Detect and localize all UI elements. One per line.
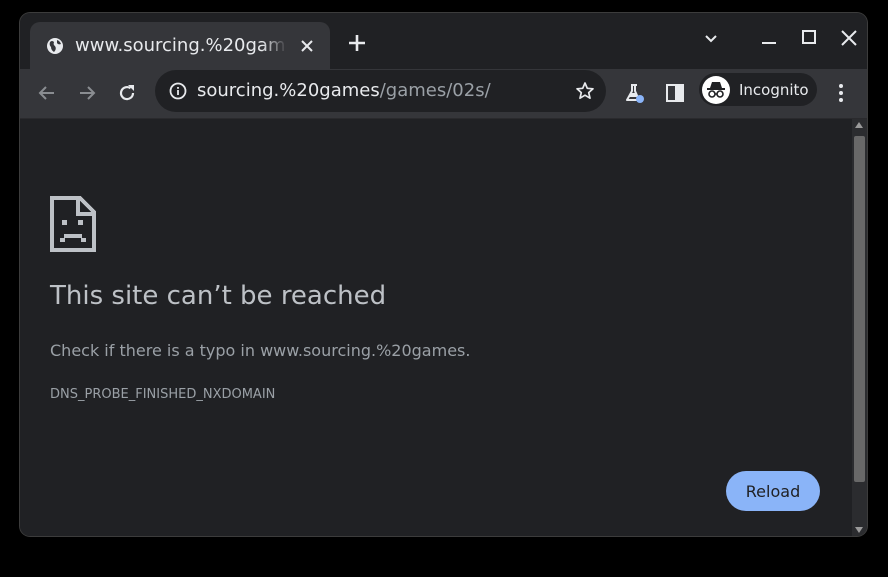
tab-strip: www.sourcing.%20games/games/02s/ bbox=[20, 13, 867, 69]
error-code: DNS_PROBE_FINISHED_NXDOMAIN bbox=[50, 387, 276, 402]
incognito-button[interactable]: Incognito bbox=[699, 73, 817, 106]
incognito-icon bbox=[702, 75, 730, 104]
info-icon[interactable] bbox=[169, 82, 187, 100]
close-icon[interactable] bbox=[299, 38, 315, 54]
globe-icon bbox=[46, 37, 64, 55]
url-text: sourcing.%20games/games/02s/ bbox=[197, 80, 491, 101]
minimize-icon[interactable] bbox=[759, 28, 779, 48]
toolbar: sourcing.%20games/games/02s/ Incognito bbox=[20, 69, 867, 119]
address-bar[interactable]: sourcing.%20games/games/02s/ bbox=[155, 70, 606, 112]
close-icon[interactable] bbox=[839, 28, 859, 48]
url-path: /games/02s/ bbox=[379, 80, 491, 101]
reload-button[interactable]: Reload bbox=[726, 471, 820, 511]
error-message: Check if there is a typo in www.sourcing… bbox=[50, 341, 471, 360]
url-host: sourcing.%20games bbox=[197, 80, 380, 101]
browser-window: www.sourcing.%20games/games/02s/ bbox=[20, 13, 867, 536]
error-title: This site can’t be reached bbox=[50, 281, 387, 311]
kebab-menu-icon[interactable] bbox=[829, 81, 853, 105]
scrollbar-thumb[interactable] bbox=[854, 136, 865, 482]
tab-title: www.sourcing.%20games/games/02s/ bbox=[75, 35, 287, 56]
scroll-up-arrow-icon[interactable] bbox=[855, 122, 863, 128]
flask-icon[interactable] bbox=[622, 81, 646, 105]
star-icon[interactable] bbox=[575, 81, 595, 101]
side-panel-icon[interactable] bbox=[663, 81, 687, 105]
sad-document-icon bbox=[50, 196, 96, 252]
vertical-scrollbar[interactable] bbox=[852, 119, 867, 536]
page-content: This site can’t be reached Check if ther… bbox=[20, 119, 852, 536]
scroll-down-arrow-icon[interactable] bbox=[855, 527, 863, 533]
chevron-down-icon[interactable] bbox=[701, 28, 721, 48]
maximize-icon[interactable] bbox=[799, 28, 819, 48]
plus-icon[interactable] bbox=[347, 33, 367, 53]
reload-icon[interactable] bbox=[115, 81, 139, 105]
arrow-right-icon[interactable] bbox=[75, 81, 99, 105]
arrow-left-icon[interactable] bbox=[35, 81, 59, 105]
tab-active[interactable]: www.sourcing.%20games/games/02s/ bbox=[30, 22, 330, 69]
incognito-label: Incognito bbox=[739, 80, 809, 99]
